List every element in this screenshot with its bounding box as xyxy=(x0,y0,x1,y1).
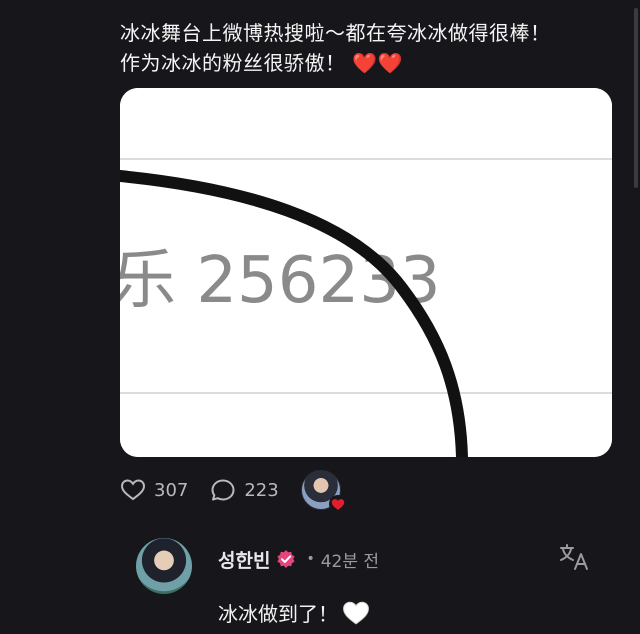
translate-icon[interactable] xyxy=(558,542,592,572)
post-text-line-2-text: 作为冰冰的粉丝很骄傲！ xyxy=(120,51,346,75)
red-hearts-emoji: ❤️❤️ xyxy=(352,51,404,75)
post-text: 冰冰舞台上微博热搜啦～都在夸冰冰做得很棒！ 作为冰冰的粉丝很骄傲！ ❤️❤️ xyxy=(120,18,620,78)
scrollbar[interactable] xyxy=(634,8,638,188)
separator-dot: • xyxy=(306,551,315,567)
reply-username[interactable]: 성한빈 xyxy=(218,546,270,573)
heart-outline-icon xyxy=(120,479,146,501)
post-image-drawing: 乐 256233 xyxy=(120,88,612,457)
white-heart-emoji xyxy=(343,601,369,624)
reply-comment: 성한빈 • 42분 전 冰冰做到了！ xyxy=(136,538,596,634)
like-button[interactable]: 307 xyxy=(120,478,188,502)
comment-button[interactable]: 223 xyxy=(210,478,279,502)
reply-text-body: 冰冰做到了！ xyxy=(218,602,338,626)
like-count: 307 xyxy=(154,479,189,501)
filled-heart-icon xyxy=(331,498,344,510)
reply-timestamp: 42분 전 xyxy=(320,551,380,572)
liked-heart-badge xyxy=(328,495,347,513)
post-text-line-1: 冰冰舞台上微博热搜啦～都在夸冰冰做得很棒！ xyxy=(120,21,551,45)
verified-badge-icon xyxy=(277,550,296,568)
comment-count: 223 xyxy=(244,479,279,501)
reply-header: 성한빈 • 42분 전 xyxy=(218,544,379,574)
avatar[interactable] xyxy=(136,538,192,594)
liker-avatar[interactable] xyxy=(300,470,347,513)
speech-bubble-icon xyxy=(211,479,235,501)
reply-text: 冰冰做到了！ xyxy=(218,598,370,627)
post-actions: 307 223 xyxy=(120,470,347,513)
post-text-line-2: 作为冰冰的粉丝很骄傲！ ❤️❤️ xyxy=(120,48,620,78)
post-image[interactable]: 乐 256233 xyxy=(120,88,612,457)
